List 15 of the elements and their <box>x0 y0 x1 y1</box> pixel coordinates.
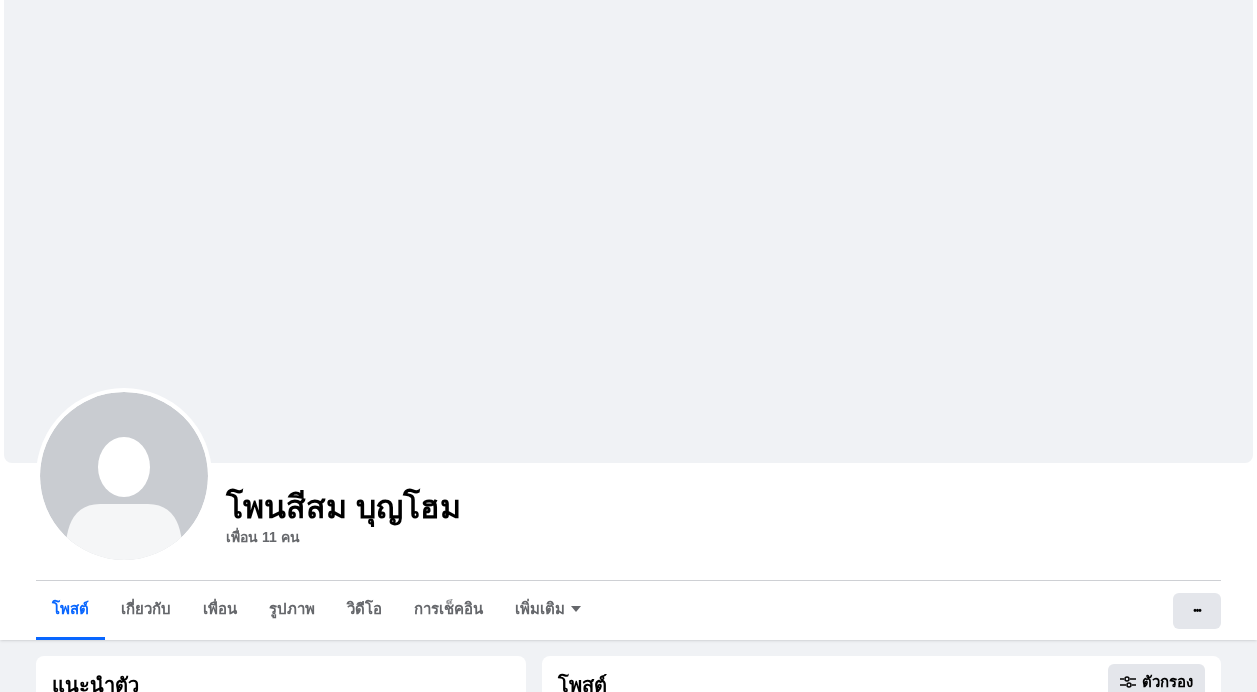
card-title: แนะนำตัว <box>52 673 140 692</box>
profile-tab[interactable]: เพื่อน <box>187 581 253 640</box>
profile-name: โพนสีสม บุญโฮม <box>226 487 462 527</box>
profile-tab[interactable]: วิดีโอ <box>331 581 398 640</box>
friends-count: เพื่อน 11 คน <box>226 527 301 547</box>
profile-tab[interactable]: เพิ่มเติม <box>499 581 597 640</box>
more-button[interactable]: ••• <box>1173 592 1221 629</box>
profile-tab[interactable]: รูปภาพ <box>253 581 331 640</box>
caret-icon <box>571 606 581 612</box>
sliders-icon <box>1120 676 1136 688</box>
profile-tab[interactable]: เกี่ยวกับ <box>105 581 187 640</box>
profile-tab[interactable]: โพสต์ <box>36 581 105 640</box>
profile-tab[interactable]: การเช็คอิน <box>398 581 499 640</box>
filter-button[interactable]: ตัวกรอง <box>1108 664 1205 692</box>
card-title: โพสต์ <box>558 672 607 692</box>
